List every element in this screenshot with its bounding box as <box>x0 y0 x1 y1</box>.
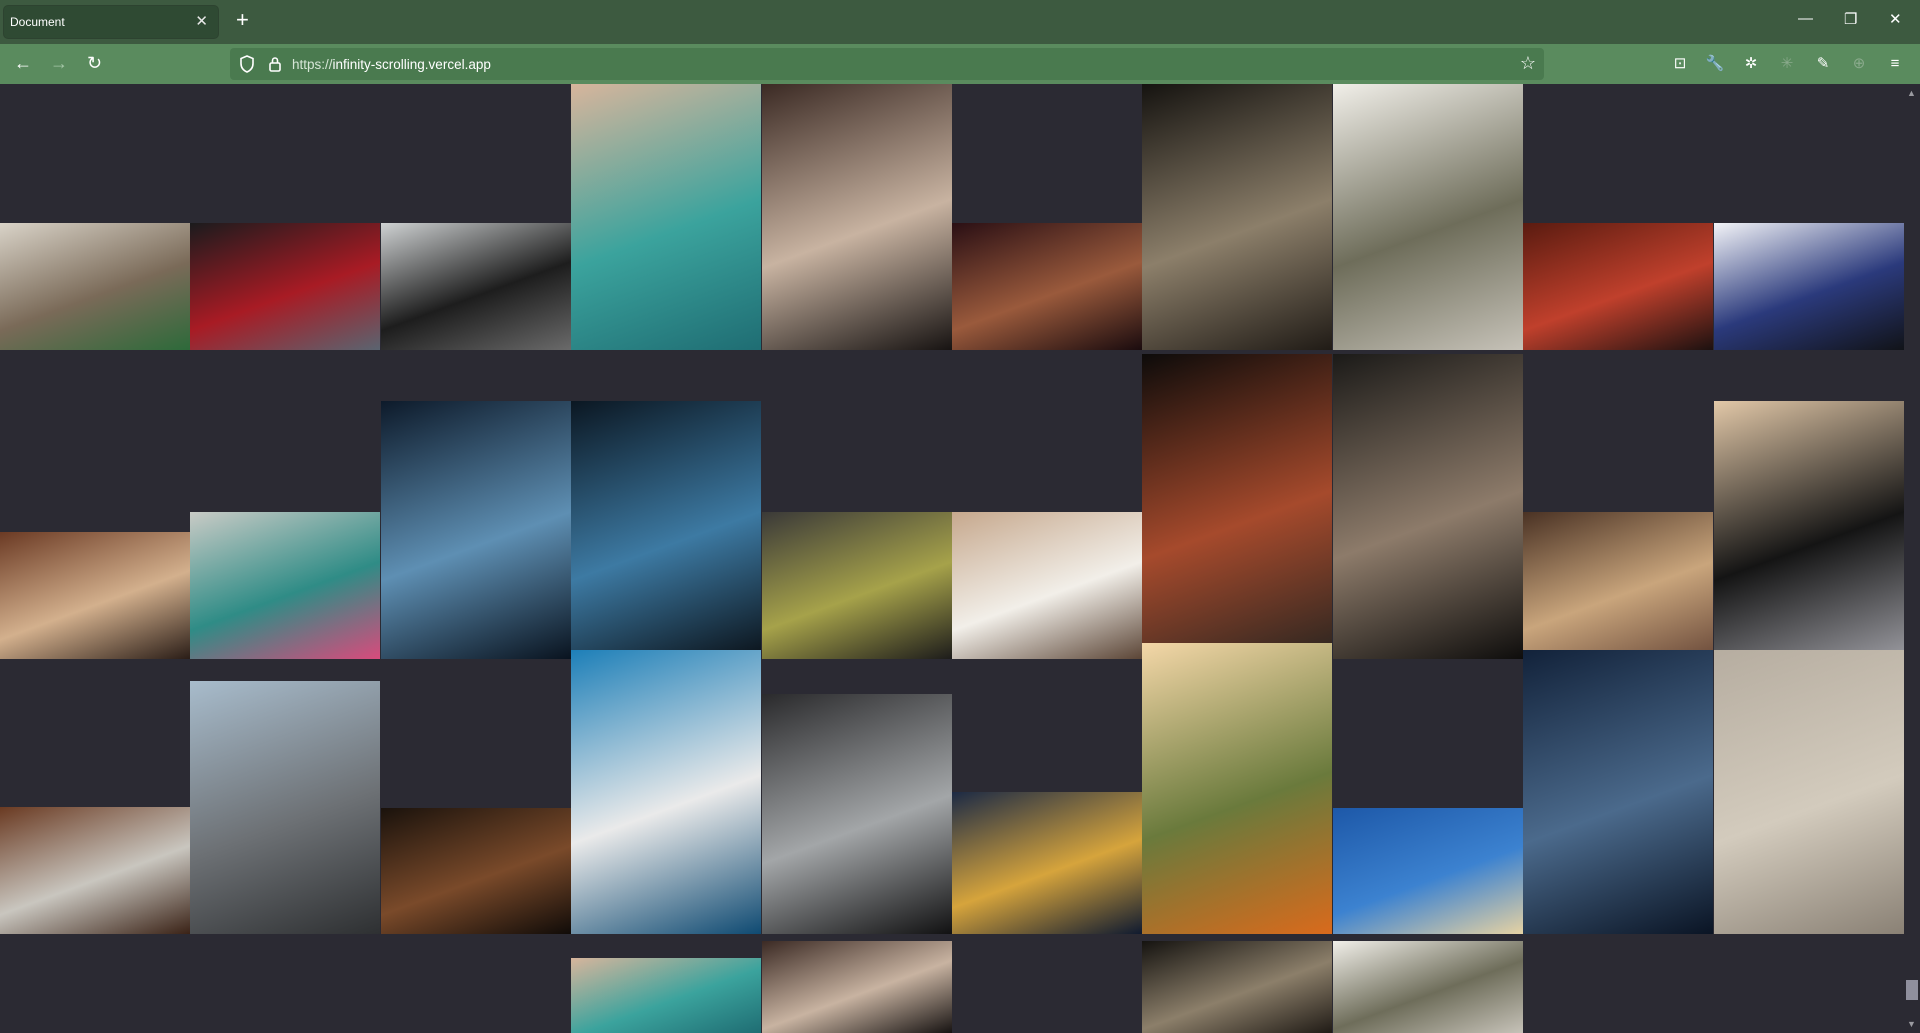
scroll-thumb[interactable] <box>1906 980 1918 1000</box>
menu-icon[interactable]: ≡ <box>1885 54 1905 74</box>
crosshair-icon[interactable]: ⊕ <box>1849 54 1869 74</box>
vertical-scrollbar[interactable]: ▲ ▼ <box>1904 84 1920 1033</box>
photo-sunset-river-woman[interactable] <box>1142 643 1332 934</box>
photo-snowy-cabin-night[interactable] <box>1523 650 1713 934</box>
disabled-extension-icon[interactable]: ✳ <box>1777 54 1797 74</box>
minimize-button[interactable]: — <box>1798 10 1813 27</box>
url-bar[interactable]: https://infinity-scrolling.vercel.app ☆ <box>230 48 1544 80</box>
photo-escalator[interactable] <box>762 694 952 934</box>
bookmark-star-icon[interactable]: ☆ <box>1520 53 1536 74</box>
forward-button[interactable]: → <box>50 53 68 73</box>
photo-laptop-plant-desk[interactable] <box>0 223 190 350</box>
tab-title: Document <box>10 15 65 29</box>
scroll-up-arrow-icon[interactable]: ▲ <box>1907 88 1916 98</box>
photo-handwritten-letter[interactable] <box>1714 650 1904 934</box>
restore-button[interactable]: ❐ <box>1844 10 1857 28</box>
close-window-button[interactable]: ✕ <box>1889 10 1902 28</box>
lock-icon[interactable] <box>268 55 282 78</box>
photo-dining-room[interactable] <box>1333 941 1523 1033</box>
eyedropper-icon[interactable]: ✎ <box>1813 54 1833 74</box>
photo-sand-dune-dark[interactable] <box>381 808 571 934</box>
photo-blue-skyscraper-plane[interactable] <box>571 650 761 934</box>
photo-coin-stack[interactable] <box>952 223 1142 350</box>
photo-people-laptops[interactable] <box>952 512 1142 659</box>
photo-woman-checkered-pants[interactable] <box>1714 401 1904 659</box>
url-host: infinity-scrolling.vercel.app <box>332 57 491 72</box>
url-scheme: https:// <box>292 57 333 72</box>
url-text[interactable]: https://infinity-scrolling.vercel.app <box>292 57 491 72</box>
photo-elevated-train-street[interactable] <box>1333 354 1523 659</box>
photo-dining-room[interactable] <box>1333 84 1523 350</box>
photo-dark-skyscraper[interactable] <box>571 401 761 659</box>
photo-blue-sky-dune[interactable] <box>1333 808 1523 934</box>
photo-mountain-lake[interactable] <box>190 512 380 659</box>
photo-gothic-window-city[interactable] <box>1142 84 1332 350</box>
extension-icon[interactable]: ✲ <box>1741 54 1761 74</box>
browser-navbar: ← → ↻ https://infinity-scrolling.vercel.… <box>0 44 1920 84</box>
wrench-icon[interactable]: 🔧 <box>1705 54 1725 74</box>
photo-cookies-table[interactable] <box>1523 512 1713 659</box>
reload-button[interactable]: ↻ <box>87 53 102 73</box>
photo-aerial-beach[interactable] <box>571 84 761 350</box>
tab-close-icon[interactable]: ✕ <box>195 12 208 30</box>
photo-gothic-window-city[interactable] <box>1142 941 1332 1033</box>
photo-laptop-round-table[interactable] <box>0 532 190 659</box>
new-tab-button[interactable]: + <box>236 8 249 32</box>
browser-titlebar: Document ✕ + — ❐ ✕ <box>0 0 1920 44</box>
photo-night-street-shop[interactable] <box>1142 354 1332 659</box>
photo-wedding-couple[interactable] <box>762 941 952 1033</box>
pocket-icon[interactable]: ⊡ <box>1670 54 1690 74</box>
photo-new-york-skyline[interactable] <box>190 681 380 934</box>
photo-man-red-flannel[interactable] <box>1523 223 1713 350</box>
photo-great-tit-bird[interactable] <box>762 512 952 659</box>
photo-night-building-blue[interactable] <box>381 401 571 659</box>
shield-icon[interactable] <box>239 55 255 78</box>
photo-aerial-beach[interactable] <box>571 958 761 1033</box>
photo-crypto-phone-coins[interactable] <box>952 792 1142 934</box>
photo-laptop-leather-sofa[interactable] <box>0 807 190 934</box>
back-button[interactable]: ← <box>14 53 32 73</box>
photo-red-poster-window[interactable] <box>190 223 380 350</box>
photo-wedding-couple[interactable] <box>762 84 952 350</box>
tab-document[interactable]: Document ✕ <box>4 6 218 38</box>
gallery-viewport[interactable] <box>0 84 1904 1033</box>
photo-abstract-ink[interactable] <box>1714 223 1904 350</box>
scroll-down-arrow-icon[interactable]: ▼ <box>1907 1019 1916 1029</box>
photo-office-windows[interactable] <box>381 223 571 350</box>
